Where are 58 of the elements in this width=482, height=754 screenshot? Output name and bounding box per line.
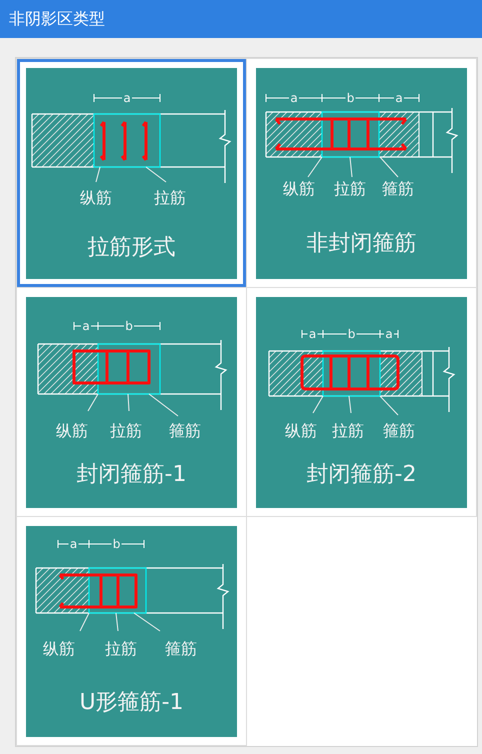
dimension-line xyxy=(322,93,346,102)
rebar-drawing xyxy=(100,120,148,161)
dimension-label: b xyxy=(346,90,354,104)
leader-line xyxy=(148,393,178,416)
leader-line xyxy=(312,395,324,413)
option-caption: 非封闭箍筋 xyxy=(306,230,416,256)
leader-line xyxy=(128,393,130,411)
callout-label: 箍筋 xyxy=(382,178,414,198)
dimension-label: a xyxy=(290,90,298,104)
leader-line xyxy=(350,156,352,177)
dimension-line xyxy=(134,321,160,330)
leader-line xyxy=(80,612,90,631)
dimension-label: b xyxy=(112,536,120,550)
dimension-label: a xyxy=(395,90,403,104)
dimension-label: a xyxy=(385,326,393,340)
callout-label: 箍筋 xyxy=(383,420,415,440)
callout-label: 拉筋 xyxy=(154,188,186,206)
dimension-line xyxy=(266,93,290,102)
dimension-line xyxy=(94,93,122,102)
type-option[interactable]: a 纵筋 拉筋 拉筋形式 xyxy=(17,59,246,287)
dimension-label: a xyxy=(82,318,90,332)
dimension-line xyxy=(58,539,69,548)
callout-label: 纵筋 xyxy=(283,178,315,198)
dimension-line xyxy=(74,321,82,330)
option-caption: 封闭箍筋-1 xyxy=(76,462,186,486)
dimension-line xyxy=(302,329,308,338)
callout-label: 纵筋 xyxy=(285,420,317,440)
callout-label: 拉筋 xyxy=(332,420,364,440)
callout-label: 纵筋 xyxy=(80,188,112,206)
window-title: 非阴影区类型 xyxy=(9,8,105,30)
dimension-line xyxy=(404,93,420,102)
leader-line xyxy=(380,395,398,415)
dimension-label: a xyxy=(123,90,131,104)
dimension-label: a xyxy=(308,326,316,340)
callout-label: 箍筋 xyxy=(169,420,201,440)
callout-label: 箍筋 xyxy=(165,638,197,658)
dimension-label: a xyxy=(70,536,78,550)
leader-line xyxy=(88,393,98,411)
callout-label: 拉筋 xyxy=(334,178,366,198)
callout-label: 纵筋 xyxy=(56,420,88,440)
leader-line xyxy=(308,156,322,177)
dimension-line xyxy=(394,329,398,338)
dimension-line xyxy=(132,93,160,102)
option-caption: 拉筋形式 xyxy=(88,234,176,260)
leader-line xyxy=(116,612,118,631)
callout-label: 纵筋 xyxy=(43,638,75,658)
leader-line xyxy=(146,166,166,182)
option-caption: 封闭箍筋-2 xyxy=(306,462,416,486)
dimension-label: b xyxy=(125,318,133,332)
dimension-label: b xyxy=(348,326,356,340)
callout-label: 拉筋 xyxy=(110,420,142,440)
option-caption: U形箍筋-1 xyxy=(79,690,184,714)
callout-label: 拉筋 xyxy=(105,638,137,658)
dimension-line xyxy=(121,539,144,548)
leader-line xyxy=(380,156,398,177)
leader-line xyxy=(348,395,352,413)
leader-line xyxy=(96,166,100,182)
leader-line xyxy=(134,612,160,631)
